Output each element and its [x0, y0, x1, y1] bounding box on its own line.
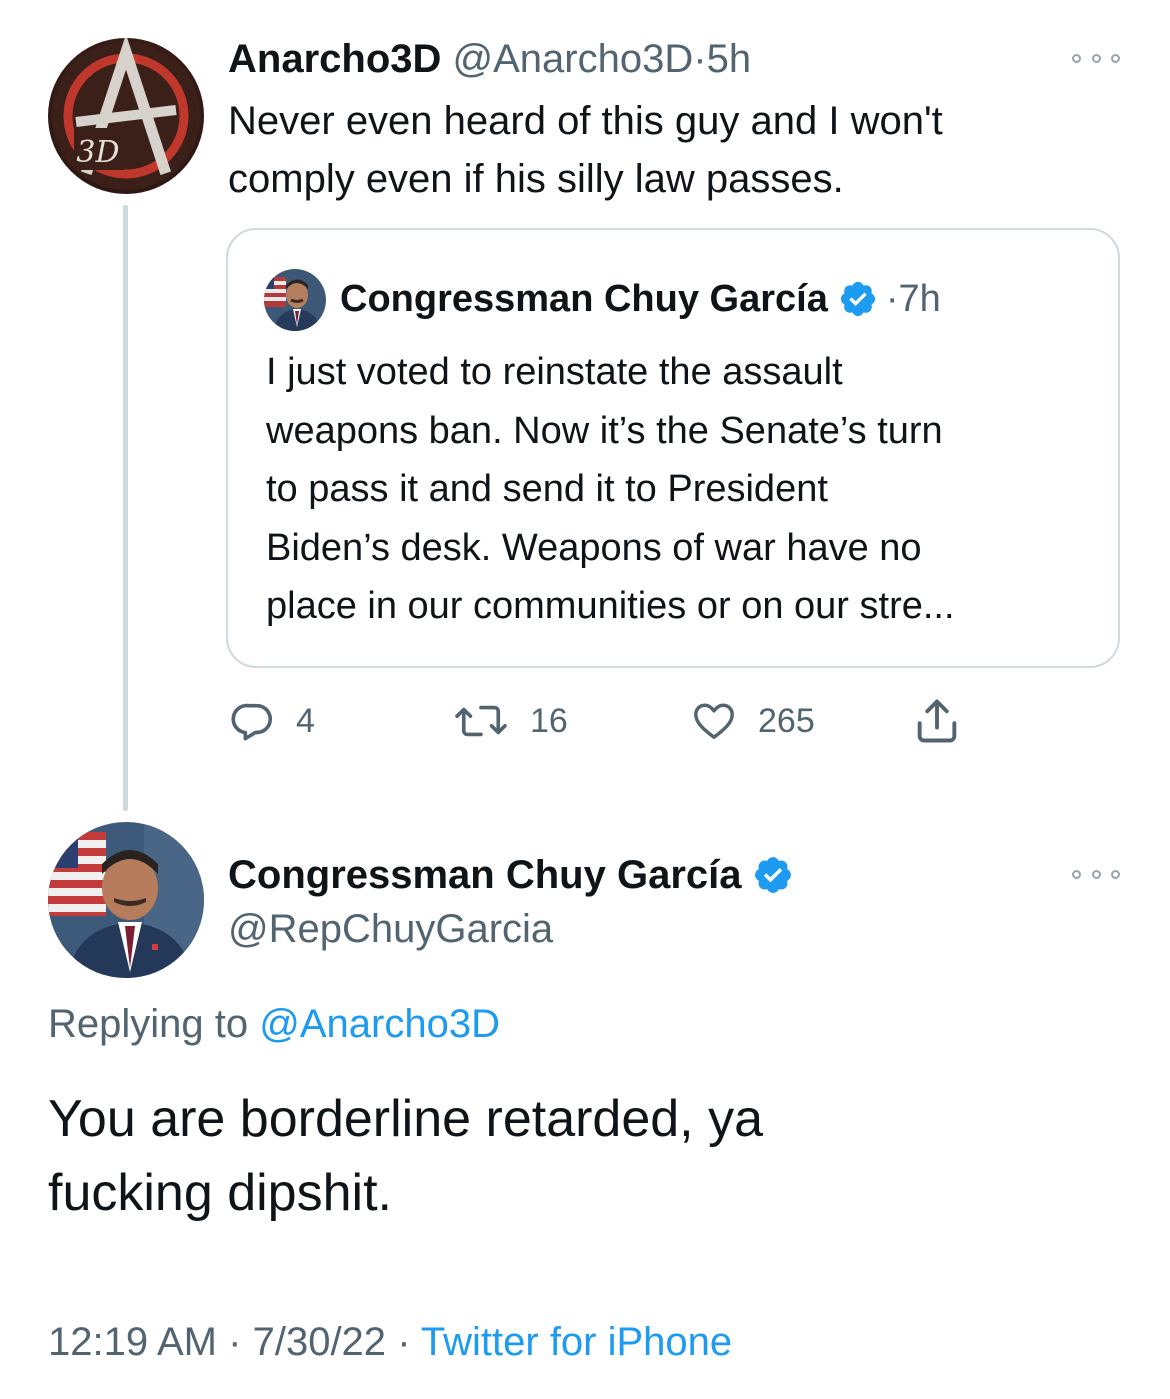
tweet2-display-name-row: Congressman Chuy García: [228, 850, 794, 900]
quoted-text-line: to pass it and send it to President: [266, 468, 828, 510]
reply-icon: [231, 703, 273, 741]
tweet2-source-link[interactable]: Twitter for iPhone: [421, 1320, 732, 1364]
avatar-quoted-garcia: [264, 269, 326, 331]
retweet-button[interactable]: 16: [452, 698, 568, 744]
reply-button[interactable]: 4: [230, 698, 315, 744]
meta-separator: ·: [397, 1320, 411, 1364]
quoted-separator: ·: [885, 278, 899, 320]
quoted-tweet-text: I just voted to reinstate the assault we…: [266, 343, 1096, 636]
quoted-display-name[interactable]: Congressman Chuy García: [340, 274, 828, 324]
tweet2-text: You are borderline retarded, ya fucking …: [48, 1082, 1128, 1230]
tweet2-text-line: You are borderline retarded, ya: [48, 1090, 763, 1148]
more-icon[interactable]: [1072, 50, 1120, 66]
like-count: 265: [758, 701, 815, 740]
tweet2-handle[interactable]: @RepChuyGarcia: [228, 904, 553, 954]
like-button[interactable]: 265: [690, 698, 815, 744]
retweet-icon: [455, 705, 507, 737]
tweet2-time[interactable]: 12:19 AM: [48, 1320, 217, 1364]
tweet1-display-name[interactable]: Anarcho3D: [228, 37, 441, 81]
quoted-text-line: weapons ban. Now it’s the Senate’s turn: [266, 409, 943, 452]
share-button[interactable]: [908, 698, 966, 744]
profile-photo: [48, 822, 204, 978]
tweet1-header: Anarcho3D @Anarcho3D·5h: [228, 34, 751, 84]
tweet1-time[interactable]: 5h: [707, 37, 752, 81]
svg-text:3D: 3D: [76, 135, 119, 170]
share-icon: [917, 699, 957, 743]
quoted-tweet-header: Congressman Chuy García · 7h: [340, 274, 941, 324]
tweet1-handle[interactable]: @Anarcho3D: [453, 37, 694, 81]
verified-badge-icon: [840, 281, 875, 317]
replying-handle-link[interactable]: @Anarcho3D: [259, 1002, 500, 1046]
tweet1-text: Never even heard of this guy and I won't…: [228, 92, 1108, 208]
tweet2-display-name[interactable]: Congressman Chuy García: [228, 850, 742, 900]
retweet-count: 16: [530, 701, 568, 740]
tweet1-text-line: comply even if his silly law passes.: [228, 157, 844, 201]
thread-connector-line: [123, 205, 128, 811]
tweet2-text-line: fucking dipshit.: [48, 1164, 392, 1222]
replying-prefix: Replying to: [48, 1002, 249, 1046]
quoted-text-line: I just voted to reinstate the assault: [266, 351, 843, 393]
meta-separator: ·: [228, 1320, 242, 1364]
tweet1-text-line: Never even heard of this guy and I won't: [228, 99, 943, 143]
quoted-time[interactable]: 7h: [898, 274, 940, 324]
avatar-repchuygarcia[interactable]: [48, 822, 204, 978]
verified-badge-icon: [754, 857, 791, 893]
avatar-anarcho3d[interactable]: 3D: [48, 38, 204, 194]
replying-to: Replying to @Anarcho3D: [48, 997, 500, 1051]
tweet1-separator: ·: [693, 37, 707, 81]
quoted-text-line: place in our communities or on our stre.…: [266, 585, 955, 627]
quoted-text-line: Biden’s desk. Weapons of war have no: [266, 526, 922, 569]
reply-count: 4: [296, 701, 315, 740]
tweet2-meta: 12:19 AM · 7/30/22 · Twitter for iPhone: [48, 1312, 732, 1372]
like-icon: [694, 703, 734, 740]
tweet2-date[interactable]: 7/30/22: [253, 1320, 386, 1364]
anarchy-logo: 3D: [52, 38, 200, 190]
more-icon[interactable]: [1072, 866, 1120, 882]
